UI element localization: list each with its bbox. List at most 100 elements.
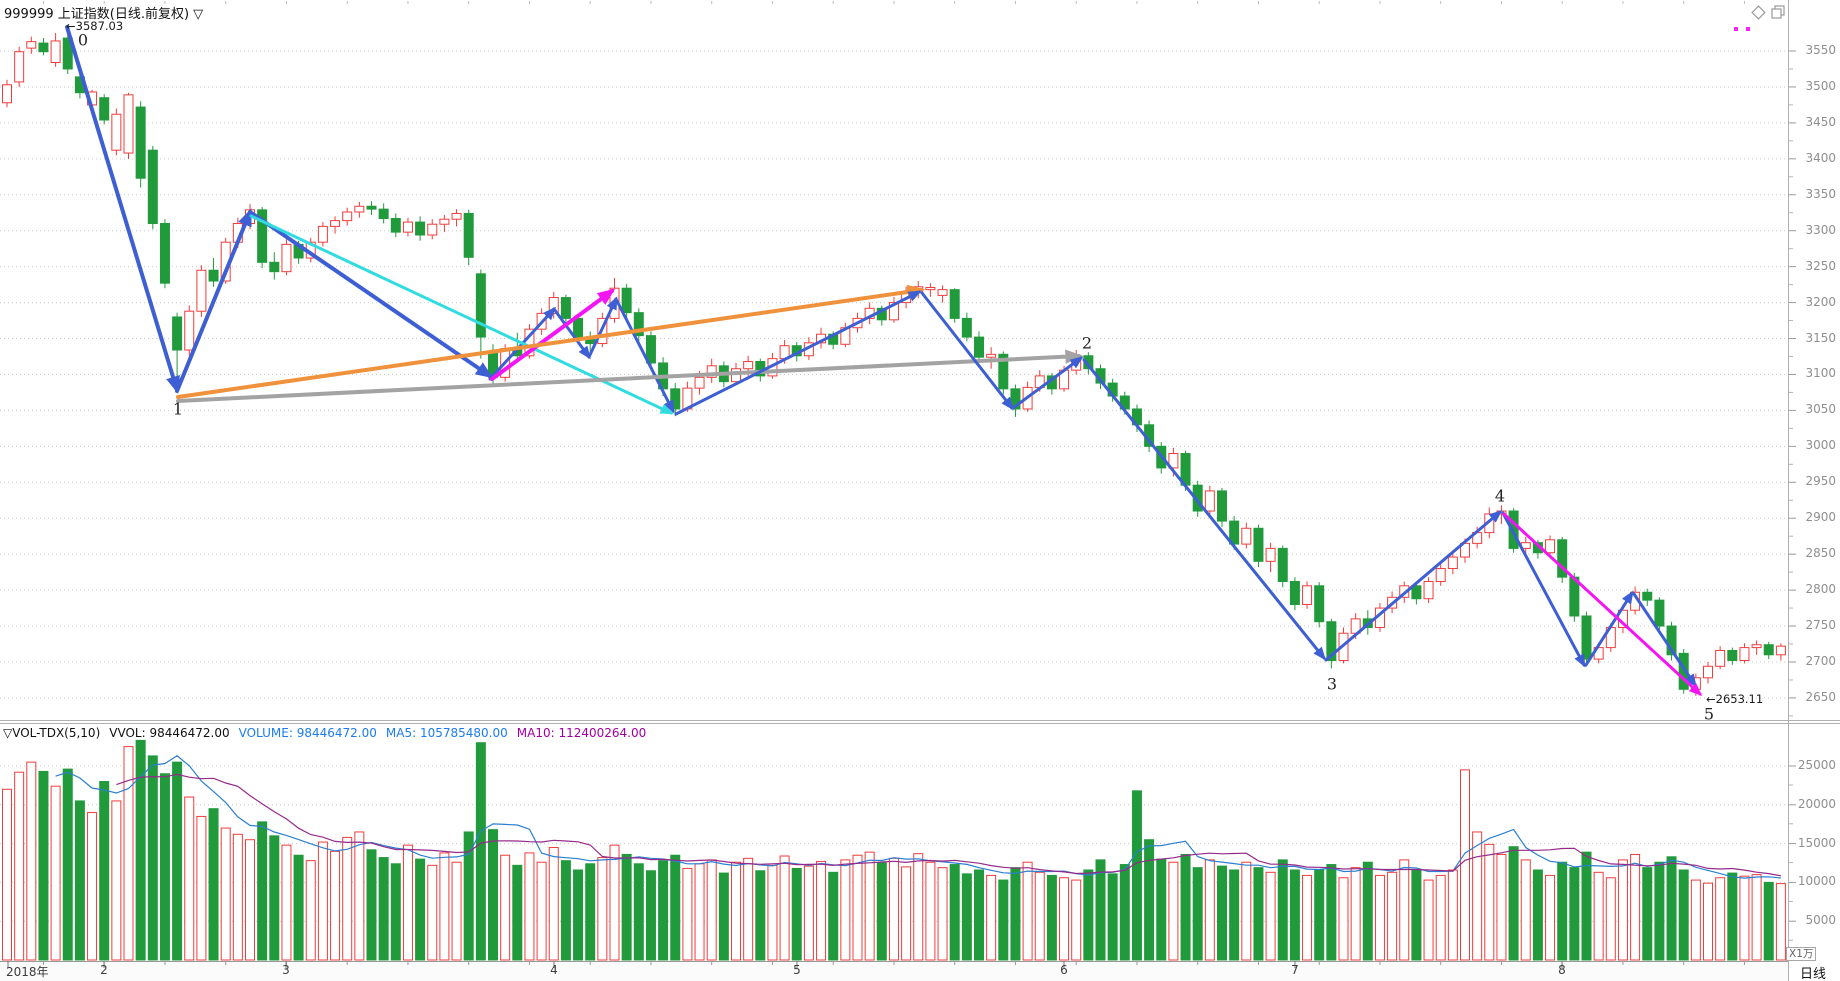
candles[interactable]: [2, 24, 1786, 696]
volume-bar: [536, 861, 547, 961]
volume-bar: [1532, 869, 1543, 961]
volume-bar: [1374, 874, 1385, 961]
chart-canvas[interactable]: [0, 0, 1840, 981]
volume-bar: [1569, 867, 1580, 961]
volume-bar: [1605, 877, 1616, 961]
trend-line-magenta[interactable]: [1502, 512, 1703, 697]
wave-label-1: 1: [172, 399, 184, 419]
volume-bar: [293, 854, 304, 961]
volume-bar: [706, 859, 717, 961]
candle-body: [1727, 649, 1738, 662]
volume-bar: [1472, 831, 1483, 961]
trend-lines[interactable]: [65, 25, 1703, 697]
price-axis-label: 3400: [1805, 150, 1836, 165]
volume-bar: [633, 863, 644, 961]
candle-body: [1253, 527, 1264, 562]
volume-bar: [573, 869, 584, 961]
candle-body: [208, 269, 219, 282]
volume-bar: [390, 863, 401, 961]
indicator-name[interactable]: ▽VOL-TDX(5,10): [3, 726, 100, 740]
candle-body: [1289, 580, 1300, 605]
candle-body: [1241, 527, 1252, 545]
trend-line-blue[interactable]: [65, 25, 180, 394]
magenta-dot-2: [1746, 27, 1750, 31]
volume-bar: [645, 870, 656, 961]
wave-label-5: 5: [1703, 704, 1715, 724]
volume-bar: [1703, 882, 1713, 961]
volume-bar: [694, 863, 705, 961]
volume-bar: [1131, 790, 1142, 961]
volume-bar: [50, 785, 61, 961]
volume-bar: [38, 770, 49, 961]
price-axis-label: 3450: [1805, 114, 1836, 129]
price-axis-label: 3200: [1805, 294, 1836, 309]
volume-unit-label: X1万: [1786, 947, 1817, 961]
volume-bar: [1241, 861, 1252, 961]
trend-line-blue[interactable]: [1082, 358, 1326, 661]
copy-icon[interactable]: [1771, 5, 1785, 19]
candle-body: [439, 218, 450, 225]
trend-line-blue[interactable]: [552, 307, 591, 360]
volume-bar: [220, 827, 231, 961]
volume-bar: [1654, 861, 1665, 961]
diamond-icon[interactable]: [1751, 5, 1766, 20]
candle-body: [415, 221, 426, 236]
volume-bar: [1593, 871, 1604, 961]
candle-body: [269, 261, 280, 273]
volume-bar: [767, 864, 778, 961]
volume-axis-label: 20000: [1797, 796, 1836, 811]
trend-line-blue[interactable]: [1632, 592, 1697, 688]
volume-indicator-header[interactable]: ▽VOL-TDX(5,10) VVOL: 98446472.00 VOLUME: 9…: [3, 726, 655, 740]
volume-bar: [1435, 874, 1446, 961]
trend-line-blue[interactable]: [1584, 590, 1634, 667]
volume-bar: [1095, 859, 1106, 961]
trend-line-blue[interactable]: [674, 290, 922, 416]
candle-body: [427, 223, 438, 236]
volume-bar: [415, 858, 426, 961]
trend-line-blue[interactable]: [614, 297, 675, 414]
time-axis-month-label: 4: [550, 963, 558, 977]
candle-body: [463, 212, 474, 258]
indicator-value: MA10: 112400264.00: [516, 726, 647, 740]
volume-bar: [184, 796, 195, 961]
volume-bar: [1411, 869, 1422, 961]
volume-bar: [402, 844, 413, 961]
volume-bar: [1046, 874, 1057, 961]
volume-bar: [1119, 864, 1130, 961]
candle-body: [342, 211, 353, 222]
volume-bar: [852, 854, 863, 961]
trend-line-blue[interactable]: [1324, 510, 1503, 662]
volume-bar: [840, 859, 851, 961]
volume-bar: [354, 831, 365, 961]
volume-bar: [1617, 859, 1628, 961]
candle-body: [1302, 585, 1313, 605]
volume-bar: [658, 860, 669, 961]
volume-bar: [621, 853, 632, 961]
candle-body: [475, 273, 486, 338]
trend-line-blue[interactable]: [1011, 356, 1084, 410]
trend-line-blue[interactable]: [587, 296, 618, 359]
volume-bar: [342, 836, 353, 961]
volume-bar: [305, 860, 316, 961]
low-price-tag: ←2653.11: [1706, 692, 1764, 706]
trend-line-blue[interactable]: [248, 210, 494, 379]
volume-bar: [208, 808, 219, 961]
price-axis-label: 3000: [1805, 438, 1836, 453]
volume-bar: [609, 844, 620, 961]
volume-bar: [718, 872, 729, 961]
period-label[interactable]: 日线: [1788, 963, 1838, 981]
candle-body: [560, 297, 571, 319]
candle-body: [123, 94, 134, 154]
trend-line-blue[interactable]: [920, 291, 1014, 411]
volume-bar: [949, 864, 960, 961]
volume-bar: [172, 761, 183, 961]
time-axis-month-label: 8: [1558, 963, 1566, 977]
volume-bar: [1350, 867, 1361, 961]
price-axis-label: 2700: [1805, 653, 1836, 668]
candle-body: [281, 243, 292, 273]
volume-bar: [1265, 871, 1276, 961]
trend-line-blue[interactable]: [175, 208, 252, 393]
price-axis-label: 3300: [1805, 222, 1836, 237]
candle-body: [159, 223, 170, 284]
candle-body: [1204, 490, 1215, 512]
